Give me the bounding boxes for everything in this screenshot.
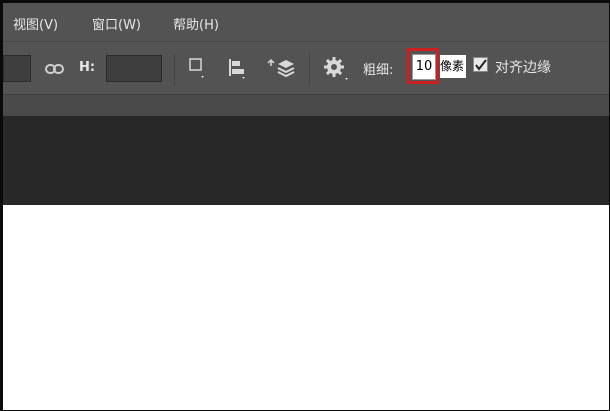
path-alignment-icon[interactable] (227, 58, 247, 80)
workspace-area (3, 116, 609, 205)
path-operations-icon[interactable] (188, 58, 206, 80)
highlight-box (407, 48, 439, 84)
menu-view[interactable]: 视图(V) (13, 14, 58, 33)
align-edges-checkbox[interactable] (473, 57, 488, 72)
menu-window[interactable]: 窗口(W) (92, 14, 141, 33)
app-window: 视图(V) 窗口(W) 帮助(H) H: 粗细: 10 像素 对齐边缘 (0, 0, 610, 411)
menu-bar: 视图(V) 窗口(W) 帮助(H) (3, 3, 609, 41)
width-input[interactable] (3, 55, 31, 82)
checkmark-icon (475, 59, 487, 71)
gear-icon[interactable] (323, 56, 351, 82)
separator (309, 54, 310, 86)
separator (174, 54, 175, 86)
height-label: H: (79, 60, 96, 75)
stroke-unit-label: 像素 (440, 55, 466, 78)
path-arrangement-icon[interactable] (267, 56, 295, 80)
document-tab-bar (3, 94, 609, 117)
align-edges-label: 对齐边缘 (495, 60, 551, 76)
document-canvas[interactable] (3, 205, 609, 410)
stroke-width-label: 粗细: (363, 63, 394, 78)
menu-help[interactable]: 帮助(H) (173, 14, 219, 33)
link-icon[interactable] (44, 62, 66, 76)
height-input[interactable] (106, 55, 162, 82)
